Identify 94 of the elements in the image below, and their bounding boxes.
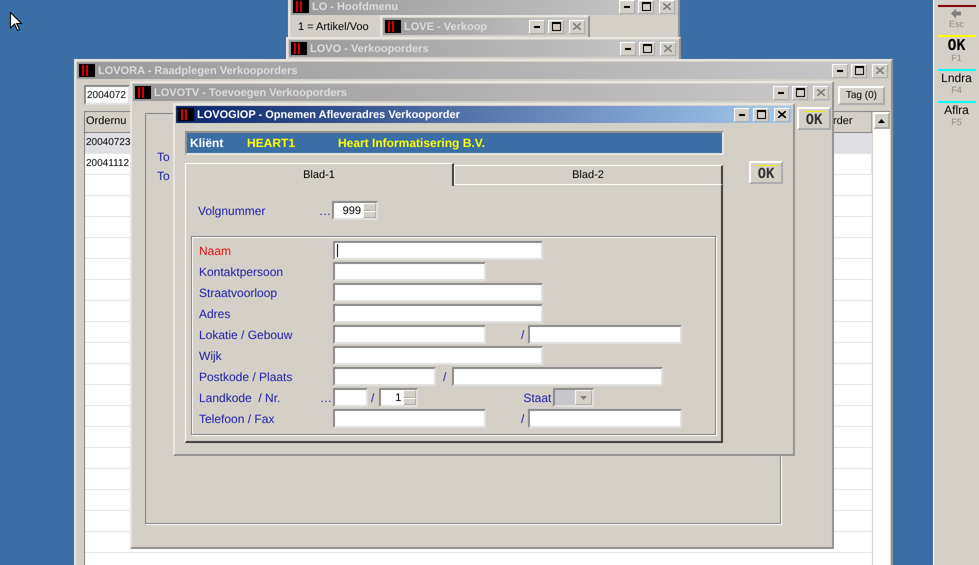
- field-label: Volgnummer: [198, 204, 266, 218]
- close-icon: [663, 3, 671, 10]
- separator: /: [521, 412, 524, 426]
- window-title: LOVO - Verkooporders: [310, 42, 430, 54]
- text-field[interactable]: [528, 325, 682, 344]
- separator: /: [443, 370, 446, 384]
- field-label: Wijk: [199, 348, 223, 362]
- close-button[interactable]: [774, 108, 790, 122]
- close-icon: [876, 67, 884, 74]
- field-label: Staat: [523, 390, 552, 404]
- maximize-button[interactable]: [753, 108, 769, 122]
- maximize-button[interactable]: [638, 0, 654, 14]
- minimize-icon: [837, 70, 843, 72]
- maximize-icon: [642, 44, 652, 53]
- window-title: LOVOTV - Toevoegen Verkooporders: [154, 86, 348, 98]
- ok-button[interactable]: OK: [797, 107, 831, 130]
- field-label: To: [157, 169, 170, 183]
- number-spinner[interactable]: 999: [332, 201, 378, 220]
- app-icon: [385, 20, 401, 33]
- minimize-icon: [534, 26, 540, 28]
- close-icon: [573, 23, 581, 30]
- minimize-icon: [739, 114, 745, 116]
- minimize-button[interactable]: [734, 108, 750, 122]
- text-field[interactable]: [333, 367, 436, 386]
- function-button[interactable]: Lndra F4: [941, 71, 972, 95]
- app-icon: [79, 64, 95, 77]
- text-field[interactable]: [333, 325, 486, 344]
- text-field[interactable]: [333, 283, 543, 302]
- minimize-button[interactable]: [529, 20, 545, 34]
- minimize-button[interactable]: [832, 64, 848, 78]
- function-button[interactable]: OK F1: [947, 37, 966, 63]
- app-icon: [135, 86, 151, 99]
- app-icon: [178, 108, 194, 121]
- minimize-icon: [624, 6, 630, 8]
- text-field[interactable]: [333, 346, 543, 365]
- field-label: Landkode / Nr.: [199, 390, 282, 404]
- field-label: Straatvoorloop: [199, 286, 278, 300]
- field-label: Kontaktpersoon: [199, 264, 284, 278]
- maximize-button[interactable]: [548, 20, 564, 34]
- number-spinner[interactable]: 1: [379, 388, 418, 407]
- app-icon: [291, 42, 307, 55]
- function-button[interactable]: Aflra F5: [944, 103, 969, 127]
- window-title: LOVOGIOP - Opnemen Afleveradres Verkooporder: [197, 108, 461, 120]
- close-icon: [817, 89, 825, 96]
- minimize-icon: [625, 48, 631, 50]
- text-field[interactable]: [333, 262, 486, 281]
- maximize-button[interactable]: [792, 86, 808, 100]
- minimize-button[interactable]: [619, 0, 635, 14]
- text-field[interactable]: [452, 367, 664, 386]
- arrow-icon: [950, 8, 962, 19]
- tab[interactable]: Blad-1: [185, 163, 454, 186]
- up-arrow-icon: [878, 118, 885, 122]
- field-label: Postkode / Plaats: [199, 370, 294, 384]
- text-field[interactable]: [333, 241, 543, 260]
- field-label: Telefoon / Fax: [199, 412, 276, 426]
- separator: /: [371, 390, 374, 404]
- field-label: Lokatie / Gebouw: [199, 328, 294, 342]
- lookup-dots[interactable]: …: [318, 204, 332, 218]
- minimize-icon: [778, 92, 784, 94]
- tag-button[interactable]: Tag (0): [838, 86, 885, 104]
- minimize-button[interactable]: [773, 86, 789, 100]
- dropdown-arrow-icon: [580, 396, 588, 400]
- text-field[interactable]: [333, 304, 543, 323]
- field-label: Adres: [199, 306, 232, 320]
- client-name: Heart Informatisering B.V.: [338, 136, 485, 150]
- mouse-cursor-icon: [10, 12, 22, 31]
- minimize-button[interactable]: [620, 42, 636, 56]
- close-icon: [778, 111, 786, 118]
- client-label: Kliënt: [189, 136, 224, 150]
- window-title: LO - Hoofdmenu: [312, 0, 400, 12]
- lookup-dots[interactable]: …: [319, 390, 333, 404]
- tab[interactable]: Blad-2: [454, 165, 723, 185]
- text-field[interactable]: [528, 409, 682, 428]
- maximize-icon: [552, 22, 560, 31]
- client-code: HEART1: [247, 136, 296, 150]
- field-label: To: [157, 150, 170, 164]
- separator: /: [521, 328, 524, 342]
- menu-item[interactable]: 1 = Artikel/Voo: [298, 21, 369, 33]
- maximize-icon: [642, 2, 650, 11]
- search-field[interactable]: 2004072: [84, 85, 130, 105]
- field-label: Naam: [199, 244, 232, 258]
- close-icon: [664, 45, 672, 52]
- table-cell[interactable]: 20040723: [85, 133, 131, 153]
- maximize-icon: [854, 66, 864, 75]
- ok-button[interactable]: OK: [749, 161, 783, 184]
- maximize-button[interactable]: [639, 42, 655, 56]
- scroll-up-button[interactable]: [873, 112, 890, 129]
- app-icon: [293, 0, 309, 13]
- text-field[interactable]: [333, 409, 486, 428]
- text-field[interactable]: [333, 388, 368, 407]
- window-title: LOVORA - Raadplegen Verkooporders: [98, 64, 298, 76]
- maximize-button[interactable]: [851, 64, 867, 78]
- maximize-icon: [756, 110, 766, 119]
- maximize-icon: [796, 88, 804, 97]
